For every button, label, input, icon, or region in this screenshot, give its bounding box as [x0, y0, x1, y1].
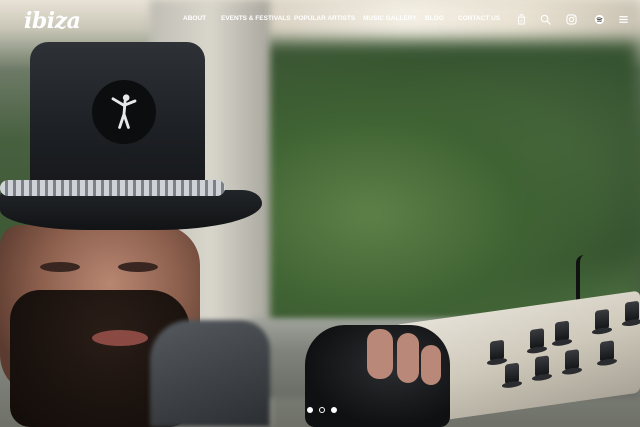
dj-finger: [367, 329, 393, 379]
nav-item-about[interactable]: ABOUT: [183, 15, 221, 22]
dj-finger: [421, 345, 441, 385]
slider-pagination: [307, 407, 337, 413]
mixer-knob: [490, 339, 504, 362]
mixer-knob: [625, 300, 639, 323]
hero-slide: [0, 0, 640, 427]
cart-count: 0: [520, 18, 523, 23]
cart-icon[interactable]: 0: [514, 12, 528, 26]
menu-icon[interactable]: [616, 12, 630, 26]
slider-dot-2[interactable]: [319, 407, 325, 413]
dj-eye-right: [118, 262, 158, 272]
slider-dot-1[interactable]: [307, 407, 313, 413]
site-header: ibiza ABOUT EVENTS & FESTIVALS POPULAR A…: [0, 0, 640, 40]
hat-chain: [0, 180, 225, 196]
dj-eye-left: [40, 262, 80, 272]
nav-item-blog[interactable]: BLOG: [425, 15, 458, 22]
nav-item-popular-artists[interactable]: POPULAR ARTISTS: [294, 15, 363, 22]
hat-figure-icon: [92, 80, 156, 144]
hat-brim: [0, 190, 262, 230]
mixer-knob: [595, 308, 609, 331]
hat: [30, 42, 205, 187]
dj-mouth: [92, 330, 148, 346]
nav-item-music-gallery[interactable]: MUSIC GALLERY: [363, 15, 425, 22]
mixer-knob: [505, 362, 519, 385]
nav-item-contact-us[interactable]: CONTACT US: [458, 15, 518, 22]
dj-finger: [397, 333, 419, 383]
mixer-knob: [565, 349, 579, 372]
main-nav: ABOUT EVENTS & FESTIVALS POPULAR ARTISTS…: [183, 15, 518, 22]
header-icons: 0: [514, 12, 630, 26]
mixer-knob: [530, 328, 544, 351]
dj-shoulder: [150, 320, 270, 427]
slider-dot-3[interactable]: [331, 407, 337, 413]
mixer-knob: [535, 355, 549, 378]
dj-person: [0, 30, 330, 427]
mixer-knob: [555, 320, 569, 343]
instagram-icon[interactable]: [564, 12, 578, 26]
spotify-icon[interactable]: [592, 12, 606, 26]
nav-item-events-festivals[interactable]: EVENTS & FESTIVALS: [221, 15, 294, 22]
mixer-knob: [600, 340, 614, 363]
search-icon[interactable]: [538, 12, 552, 26]
site-logo[interactable]: ibiza: [24, 8, 81, 34]
